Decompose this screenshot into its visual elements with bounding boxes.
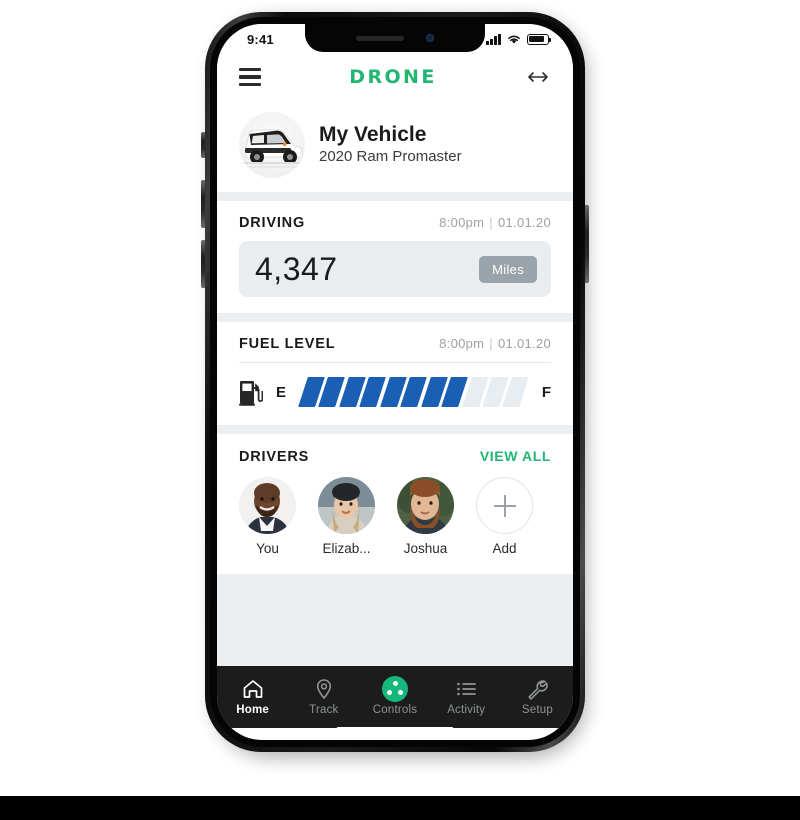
drivers-section-header: DRIVERS VIEW ALL [217, 434, 573, 475]
app-header: DRONE [217, 54, 573, 100]
odometer-unit-badge[interactable]: Miles [479, 255, 537, 283]
vehicle-photo [239, 112, 305, 178]
map-pin-icon [288, 677, 359, 701]
phone-screen: 9:41 DRONE My Vehicle 2020 Ram Promaster… [217, 24, 573, 740]
status-bar-indicators [486, 33, 552, 45]
phone-frame: 9:41 DRONE My Vehicle 2020 Ram Promaster… [205, 12, 585, 752]
driver-item[interactable]: Elizab... [318, 477, 375, 556]
driver-item[interactable]: Joshua [397, 477, 454, 556]
driving-section-header: DRIVING 8:00pm | 01.01.20 [217, 201, 573, 241]
phone-bezel: 9:41 DRONE My Vehicle 2020 Ram Promaster… [210, 17, 580, 747]
section-divider [217, 425, 573, 434]
driving-card: DRIVING 8:00pm | 01.01.20 4,347 Miles [217, 201, 573, 313]
plus-icon [493, 494, 516, 517]
vehicle-card[interactable]: My Vehicle 2020 Ram Promaster [217, 100, 573, 192]
page-bottom-strip [0, 796, 800, 820]
fuel-time: 8:00pm [439, 336, 485, 351]
status-bar-time: 9:41 [247, 31, 274, 47]
phone-notch [305, 24, 485, 52]
tab-label: Track [309, 703, 339, 716]
app-content: My Vehicle 2020 Ram Promaster DRIVING 8:… [217, 100, 573, 666]
home-indicator[interactable] [336, 727, 454, 732]
fuel-empty-label: E [276, 383, 287, 401]
avatar-you[interactable] [239, 477, 296, 534]
fuel-title: FUEL LEVEL [239, 336, 336, 352]
avatar-elizabeth[interactable] [318, 477, 375, 534]
tab-label: Activity [447, 703, 486, 716]
drivers-list: You Elizab... Joshua Add [217, 475, 573, 574]
tab-label: Controls [372, 703, 418, 716]
front-camera-icon [426, 34, 434, 42]
tab-setup[interactable]: Setup [502, 677, 573, 716]
driver-name: Elizab... [322, 541, 371, 556]
wrench-icon [502, 677, 573, 701]
plus-icon[interactable] [476, 477, 533, 534]
home-icon [217, 677, 288, 701]
screenshot-canvas: 9:41 DRONE My Vehicle 2020 Ram Promaster… [0, 0, 800, 820]
section-divider [217, 313, 573, 322]
vehicle-name: My Vehicle [319, 123, 427, 147]
earpiece-speaker-icon [356, 35, 404, 41]
driving-title: DRIVING [239, 215, 306, 231]
driver-name: You [256, 541, 279, 556]
vehicle-text-block: My Vehicle 2020 Ram Promaster [319, 123, 462, 167]
driving-timestamp: 8:00pm | 01.01.20 [439, 215, 551, 230]
odometer-panel: 4,347 Miles [239, 241, 551, 297]
fuel-timestamp: 8:00pm | 01.01.20 [439, 336, 551, 351]
fuel-meta-separator: | [489, 336, 493, 351]
driving-time: 8:00pm [439, 215, 485, 230]
fuel-card: FUEL LEVEL 8:00pm | 01.01.20 E F [217, 322, 573, 425]
tab-label: Home [236, 703, 269, 716]
driver-name: Add [492, 541, 517, 556]
cellular-signal-icon [486, 33, 501, 45]
avatar-joshua[interactable] [397, 477, 454, 534]
tab-track[interactable]: Track [288, 677, 359, 716]
left-right-arrow-icon[interactable] [525, 68, 551, 86]
driver-name: Joshua [403, 541, 448, 556]
tab-label: Setup [521, 703, 553, 716]
hamburger-menu-icon[interactable] [239, 65, 261, 89]
content-empty-space [217, 574, 573, 666]
fuel-pump-icon [239, 378, 264, 406]
tab-activity[interactable]: Activity [431, 677, 502, 716]
driving-meta-separator: | [489, 215, 493, 230]
battery-icon [527, 33, 552, 45]
view-all-drivers-link[interactable]: VIEW ALL [480, 448, 551, 464]
fuel-gauge-row: E F [217, 363, 573, 425]
driver-item[interactable]: Add [476, 477, 533, 556]
fuel-section-header: FUEL LEVEL 8:00pm | 01.01.20 [217, 322, 573, 362]
odometer-value: 4,347 [255, 250, 338, 287]
drivers-title: DRIVERS [239, 449, 310, 465]
drivers-card: DRIVERS VIEW ALL You Elizab... Joshua Add [217, 434, 573, 574]
vehicle-model: 2020 Ram Promaster [319, 148, 462, 166]
tab-home[interactable]: Home [217, 677, 288, 716]
driving-date: 01.01.20 [497, 215, 551, 230]
fuel-gauge [298, 377, 530, 407]
driver-item[interactable]: You [239, 477, 296, 556]
app-brand-title: DRONE [349, 66, 437, 88]
bottom-tab-bar: Home Track Controls Activity Setup [217, 666, 573, 728]
controls-dots-icon [359, 675, 430, 702]
section-divider [217, 192, 573, 201]
tab-controls[interactable]: Controls [359, 675, 430, 716]
fuel-date: 01.01.20 [497, 336, 551, 351]
fuel-full-label: F [541, 383, 551, 401]
wifi-icon [508, 35, 520, 44]
list-icon [431, 677, 502, 701]
